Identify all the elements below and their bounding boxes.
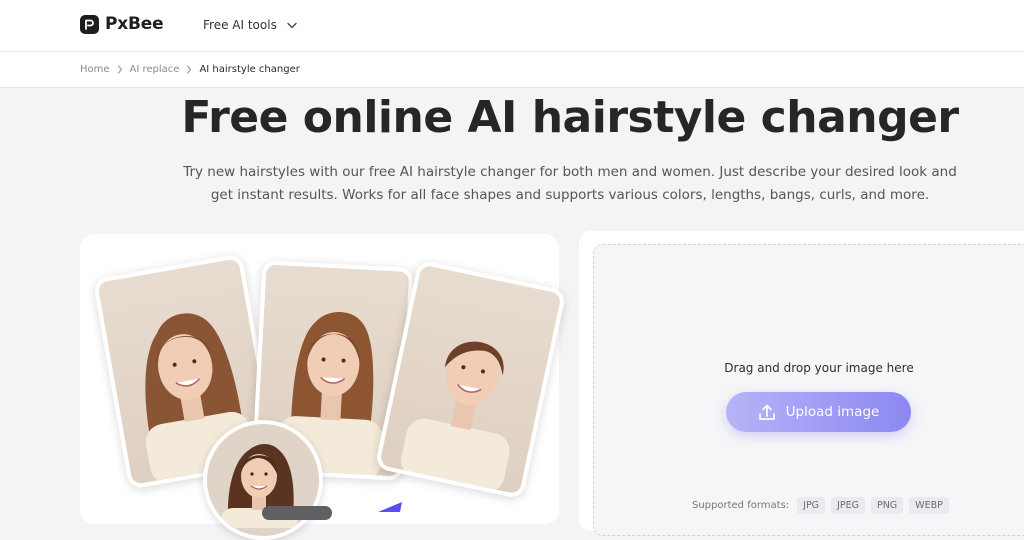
breadcrumb-bar: Home AI replace AI hairstyle changer <box>0 52 1024 88</box>
logo-text: PxBee <box>105 14 164 34</box>
top-header: PxBee Free AI tools <box>0 0 1024 52</box>
format-chip-webp: WEBP <box>909 497 949 514</box>
breadcrumb-ai-replace[interactable]: AI replace <box>130 64 180 75</box>
chevron-down-icon <box>287 22 297 28</box>
format-chip-jpg: JPG <box>797 497 826 514</box>
logo-mark-icon <box>80 14 99 34</box>
page-title: Free online AI hairstyle changer <box>181 92 959 143</box>
breadcrumb-home[interactable]: Home <box>80 64 110 75</box>
breadcrumb-current: AI hairstyle changer <box>199 64 300 75</box>
format-chip-jpeg: JPEG <box>831 497 865 514</box>
chevron-right-icon <box>187 65 192 74</box>
upload-dropzone[interactable] <box>593 244 1024 536</box>
format-chip-png: PNG <box>870 497 904 514</box>
upload-image-button[interactable]: Upload image <box>726 392 911 432</box>
page-subtitle: Try new hairstyles with our free AI hair… <box>183 164 957 203</box>
original-photo-avatar <box>203 420 323 540</box>
nav-free-ai-tools[interactable]: Free AI tools <box>203 18 297 32</box>
supported-formats-label: Supported formats: <box>692 500 790 511</box>
drop-instructions: Drag and drop your image here <box>724 361 914 375</box>
chevron-right-icon <box>117 65 122 74</box>
arrow-icon <box>378 502 402 512</box>
upload-image-button-label: Upload image <box>785 404 880 420</box>
breadcrumb: Home AI replace AI hairstyle changer <box>80 64 300 75</box>
style-label-pill <box>262 506 332 520</box>
supported-formats: Supported formats: JPG JPEG PNG WEBP <box>692 497 949 514</box>
nav-free-ai-tools-label: Free AI tools <box>203 18 277 32</box>
brand-logo[interactable]: PxBee <box>80 14 164 34</box>
upload-icon <box>758 404 775 420</box>
